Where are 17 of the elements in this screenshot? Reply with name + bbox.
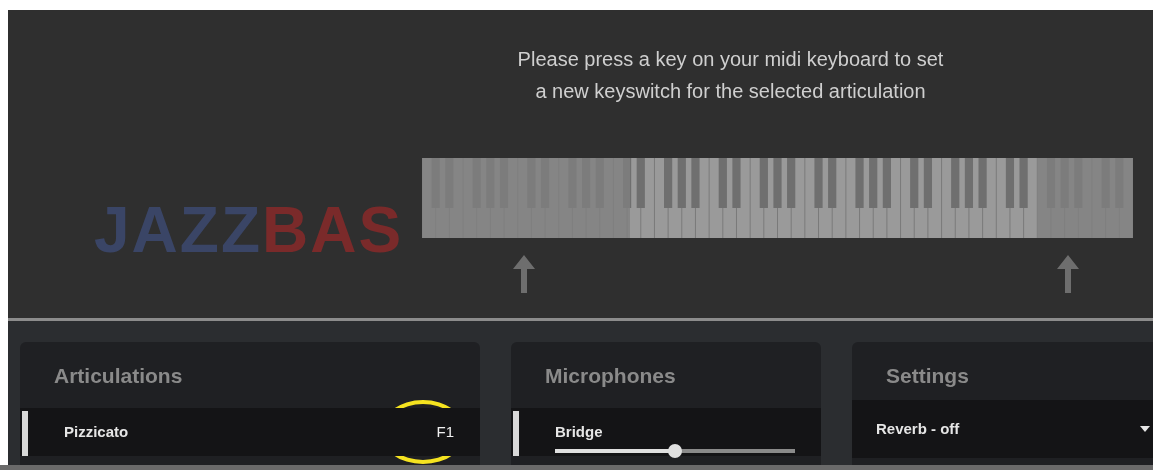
slider-thumb[interactable] — [668, 444, 682, 458]
list-item[interactable]: Bridge — [511, 408, 821, 456]
panel-title: Microphones — [544, 363, 677, 389]
keyswitch-label: F1 — [436, 421, 454, 442]
reverb-dropdown[interactable]: Reverb - off — [852, 400, 1153, 458]
logo-text: BAS — [262, 198, 404, 262]
panel-title: Settings — [885, 363, 970, 389]
item-label: Pizzicato — [64, 421, 130, 442]
panel-title: Articulations — [53, 363, 184, 389]
list-item[interactable]: Pizzicato F1 — [20, 408, 480, 456]
instruction-text: Please press a key on your midi keyboard to set — [517, 47, 944, 72]
up-arrow-icon — [513, 255, 535, 293]
volume-slider[interactable] — [555, 444, 795, 458]
instruction-text: a new keyswitch for the selected articulation — [535, 79, 926, 104]
item-label: Bridge — [555, 421, 604, 442]
up-arrow-icon — [1057, 255, 1079, 293]
caret-icon — [1140, 426, 1150, 432]
